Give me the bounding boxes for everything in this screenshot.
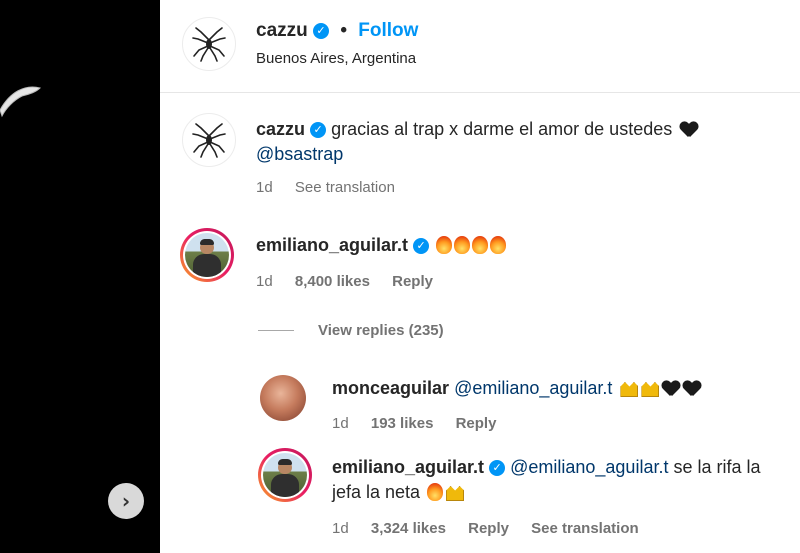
caption-text: cazzu ✓ gracias al trap x darme el amor … bbox=[256, 117, 776, 167]
reply-author-avatar[interactable] bbox=[258, 448, 312, 502]
next-media-button[interactable]: › bbox=[108, 483, 144, 519]
crown-emoji-icon bbox=[641, 382, 660, 397]
chevron-right-icon: › bbox=[121, 489, 131, 513]
reply-reply-button[interactable]: Reply bbox=[456, 415, 497, 432]
post-author-username[interactable]: cazzu bbox=[256, 20, 308, 41]
follow-button[interactable]: Follow bbox=[358, 20, 418, 41]
black-heart-emoji-icon bbox=[662, 381, 680, 397]
comment-time[interactable]: 1d bbox=[256, 273, 273, 290]
reply-meta: 1d 3,324 likes Reply See translation bbox=[332, 520, 657, 537]
black-heart-emoji-icon bbox=[683, 381, 701, 397]
comment-text: emiliano_aguilar.t ✓ bbox=[256, 233, 507, 258]
see-translation-link[interactable]: See translation bbox=[531, 520, 639, 537]
fire-emoji-icon bbox=[472, 236, 489, 254]
reply-username[interactable]: emiliano_aguilar.t bbox=[332, 457, 484, 477]
view-replies-label: View replies (235) bbox=[318, 322, 444, 339]
verified-badge-icon: ✓ bbox=[413, 238, 430, 254]
verified-badge-icon: ✓ bbox=[489, 460, 506, 476]
crown-emoji-icon bbox=[620, 382, 639, 397]
reply-mention-link[interactable]: @emiliano_aguilar.t bbox=[454, 378, 612, 398]
reply-time[interactable]: 1d bbox=[332, 415, 349, 432]
cazzu-avatar[interactable] bbox=[182, 17, 236, 71]
spider-avatar-icon bbox=[192, 27, 226, 62]
fire-emoji-icon bbox=[427, 483, 444, 501]
caption-meta: 1d See translation bbox=[256, 179, 413, 196]
caption-author-avatar[interactable] bbox=[182, 113, 236, 167]
caption-mention-link[interactable]: @bsastrap bbox=[256, 144, 343, 164]
post-location[interactable]: Buenos Aires, Argentina bbox=[256, 50, 416, 67]
reply-meta: 1d 193 likes Reply bbox=[332, 415, 514, 432]
reply-text: monceaguilar @emiliano_aguilar.t bbox=[332, 376, 701, 401]
comment-meta: 1d 8,400 likes Reply bbox=[256, 273, 451, 290]
reply-avatar[interactable] bbox=[260, 375, 306, 421]
reply-likes[interactable]: 3,324 likes bbox=[371, 520, 446, 537]
black-heart-emoji-icon bbox=[680, 122, 698, 138]
verified-badge-icon: ✓ bbox=[313, 23, 330, 39]
reply-username[interactable]: monceaguilar bbox=[332, 378, 449, 398]
reply-time[interactable]: 1d bbox=[332, 520, 349, 537]
verified-badge-icon: ✓ bbox=[310, 122, 327, 138]
reply-reply-button[interactable]: Reply bbox=[468, 520, 509, 537]
reply-text: emiliano_aguilar.t ✓ @emiliano_aguilar.t… bbox=[332, 455, 800, 505]
caption-username[interactable]: cazzu bbox=[256, 119, 305, 139]
commenter-avatar[interactable] bbox=[180, 228, 234, 282]
reply-body-line1: se la rifa la bbox=[673, 457, 761, 477]
separator-dot: • bbox=[340, 20, 347, 41]
reply-mention-link[interactable]: @emiliano_aguilar.t bbox=[510, 457, 668, 477]
reply-likes[interactable]: 193 likes bbox=[371, 415, 434, 432]
comment-username[interactable]: emiliano_aguilar.t bbox=[256, 235, 408, 255]
post-media[interactable]: › bbox=[0, 0, 160, 553]
header-divider bbox=[160, 92, 800, 93]
caption-body: gracias al trap x darme el amor de usted… bbox=[331, 119, 673, 139]
post-header-line: cazzu ✓ • Follow bbox=[256, 20, 418, 42]
comment-likes[interactable]: 8,400 likes bbox=[295, 273, 370, 290]
see-translation-link[interactable]: See translation bbox=[295, 179, 395, 196]
reply-author-photo bbox=[263, 453, 307, 497]
caption-time[interactable]: 1d bbox=[256, 179, 273, 196]
commenter-photo bbox=[185, 233, 229, 277]
fire-emoji-icon bbox=[454, 236, 471, 254]
crown-emoji-icon bbox=[446, 486, 465, 501]
spider-avatar-icon bbox=[192, 123, 226, 158]
comment-reply-button[interactable]: Reply bbox=[392, 273, 433, 290]
fire-emoji-icon bbox=[436, 236, 453, 254]
view-replies-button[interactable]: View replies (235) bbox=[258, 322, 444, 339]
reply-body-line2: jefa la neta bbox=[332, 482, 421, 502]
replies-line bbox=[258, 330, 294, 331]
media-image-figure bbox=[0, 86, 41, 118]
fire-emoji-icon bbox=[490, 236, 507, 254]
comments-panel: cazzu ✓ • Follow Buenos Aires, Argentina… bbox=[160, 0, 800, 553]
